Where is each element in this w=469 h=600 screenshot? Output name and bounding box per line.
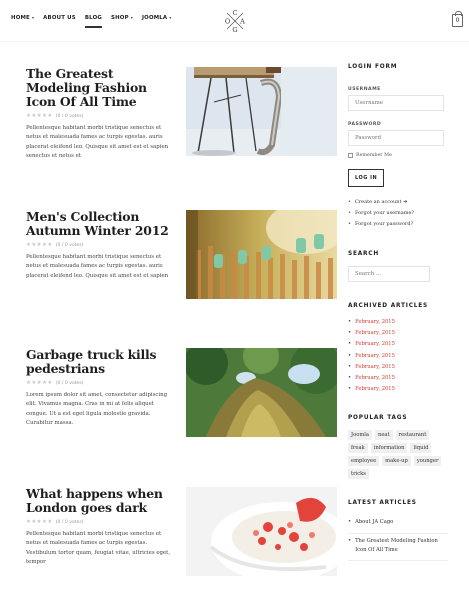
vote-count: (0 / 0 votes) [55, 113, 84, 119]
tag[interactable]: restaurant [395, 430, 430, 441]
article-card: Men's Collection Autumn Winter 2012 ★★★★… [26, 210, 337, 299]
cart-count: 0 [455, 17, 460, 24]
article-excerpt: Pellentesque habitant morbi tristique se… [26, 531, 171, 566]
password-label: PASSWORD [348, 122, 382, 127]
search-heading: SEARCH [348, 251, 379, 257]
article-card: What happens when London goes dark ★★★★★… [26, 487, 337, 576]
vote-count: (0 / 0 votes) [55, 380, 84, 386]
tag[interactable]: employee [348, 456, 380, 467]
main-nav: HOME ▾ ABOUT US BLOG SHOP ▾ JOOMLA ▾ [11, 15, 172, 28]
rating-stars-icon[interactable]: ★★★★★ [26, 242, 53, 248]
tag[interactable]: tricks [348, 469, 369, 480]
tag[interactable]: make-up [382, 456, 411, 467]
nav-label: JOOMLA [141, 15, 168, 21]
vote-count: (0 / 0 votes) [55, 242, 84, 248]
article-card: Garbage truck kills pedestrians ★★★★★ (0… [26, 348, 337, 437]
archive-item[interactable]: February, 2015 [348, 362, 448, 373]
article-excerpt: Pellentesque habitant morbi tristique se… [26, 125, 169, 160]
archive-item[interactable]: February, 2015 [348, 339, 448, 350]
article-image-fence[interactable] [186, 210, 337, 299]
article-image-tree[interactable] [186, 348, 337, 437]
rating-stars-icon[interactable]: ★★★★★ [26, 519, 53, 525]
tag[interactable]: neat [375, 430, 393, 441]
search-input[interactable] [348, 266, 430, 282]
archive-item[interactable]: February, 2015 [348, 373, 448, 384]
nav-item-shop[interactable]: SHOP ▾ [111, 15, 133, 21]
nav-item-about[interactable]: ABOUT US [43, 15, 76, 21]
tag[interactable]: information [370, 443, 408, 454]
nav-item-home[interactable]: HOME ▾ [11, 15, 34, 21]
username-label: USERNAME [348, 87, 381, 92]
nav-label: SHOP [111, 15, 129, 21]
chevron-down-icon: ▾ [169, 15, 172, 20]
archive-list: February, 2015 February, 2015 February, … [348, 317, 448, 395]
article-excerpt: Lorem ipsum dolor sit amet, consectetur … [26, 392, 168, 427]
article-excerpt: Pellentesque habitant morbi tristique se… [26, 254, 169, 279]
login-button-wrap: LOG IN [348, 164, 448, 187]
forgot-username-link[interactable]: Forgot your username? [348, 208, 448, 219]
article-title[interactable]: Men's Collection Autumn Winter 2012 [26, 210, 176, 238]
archive-item[interactable]: February, 2015 [348, 317, 448, 328]
login-form-heading: LOGIN FORM [348, 64, 398, 70]
tag[interactable]: Joomla [348, 430, 372, 441]
article-image-strawberry-bowl[interactable] [186, 487, 337, 576]
remember-me[interactable]: Remember Me [348, 153, 448, 158]
chevron-down-icon: ▾ [130, 15, 133, 20]
logo-letter: C [233, 9, 238, 17]
latest-article-item[interactable]: The Greatest Modeling Fashion Icon Of Al… [348, 534, 448, 562]
logo-letter: A [239, 18, 245, 26]
latest-article-item[interactable]: About JA Cago [348, 515, 448, 535]
popular-tags-heading: POPULAR TAGS [348, 415, 408, 422]
article-card: The Greatest Modeling Fashion Icon Of Al… [26, 67, 337, 162]
login-links: Create an account ➔ Forgot your username… [348, 197, 448, 230]
vote-count: (0 / 0 votes) [55, 519, 84, 525]
archive-item[interactable]: February, 2015 [348, 384, 448, 395]
tag-cloud: Joomla neat restaurant freak information… [348, 430, 448, 480]
tag[interactable]: freak [348, 443, 368, 454]
nav-label: ABOUT US [43, 15, 76, 21]
cart-icon[interactable]: 0 [452, 11, 463, 27]
nav-item-joomla[interactable]: JOOMLA ▾ [142, 15, 172, 21]
create-account-link[interactable]: Create an account ➔ [348, 197, 448, 208]
latest-article-title: The Greatest Modeling Fashion Icon Of Al… [355, 538, 438, 553]
site-logo[interactable]: C O A G [223, 8, 247, 34]
remember-checkbox[interactable] [348, 153, 353, 158]
tag[interactable]: younger [413, 456, 442, 467]
article-title[interactable]: What happens when London goes dark [26, 487, 176, 515]
remember-label: Remember Me [356, 153, 392, 158]
forgot-password-link[interactable]: Forgot your password? [348, 219, 448, 230]
site-header: HOME ▾ ABOUT US BLOG SHOP ▾ JOOMLA ▾ C O A … [0, 0, 469, 42]
latest-articles-heading: LATEST ARTICLES [348, 500, 417, 507]
password-input[interactable] [348, 130, 444, 146]
article-title[interactable]: The Greatest Modeling Fashion Icon Of Al… [26, 67, 176, 109]
tag[interactable]: liquid [410, 443, 432, 454]
article-title[interactable]: Garbage truck kills pedestrians [26, 348, 176, 376]
latest-article-title: About JA Cago [355, 519, 394, 526]
archive-item[interactable]: February, 2015 [348, 351, 448, 362]
login-button[interactable]: LOG IN [348, 169, 385, 187]
article-image-chairs[interactable] [186, 67, 337, 156]
archive-item[interactable]: February, 2015 [348, 328, 448, 339]
username-input[interactable] [348, 95, 444, 111]
logo-letter: G [232, 26, 237, 34]
latest-articles-list: About JA Cago The Greatest Modeling Fash… [348, 515, 448, 562]
nav-item-blog[interactable]: BLOG [84, 15, 103, 28]
rating-stars-icon[interactable]: ★★★★★ [26, 380, 53, 386]
logo-letter: O [225, 18, 230, 26]
archived-articles-heading: ARCHIVED ARTICLES [348, 303, 428, 309]
chevron-down-icon: ▾ [31, 15, 35, 20]
sidebar: LOGIN FORM USERNAME PASSWORD Remember Me… [348, 64, 448, 562]
nav-label: HOME [11, 15, 30, 21]
rating-stars-icon[interactable]: ★★★★★ [26, 113, 53, 119]
nav-label: BLOG [84, 15, 102, 21]
